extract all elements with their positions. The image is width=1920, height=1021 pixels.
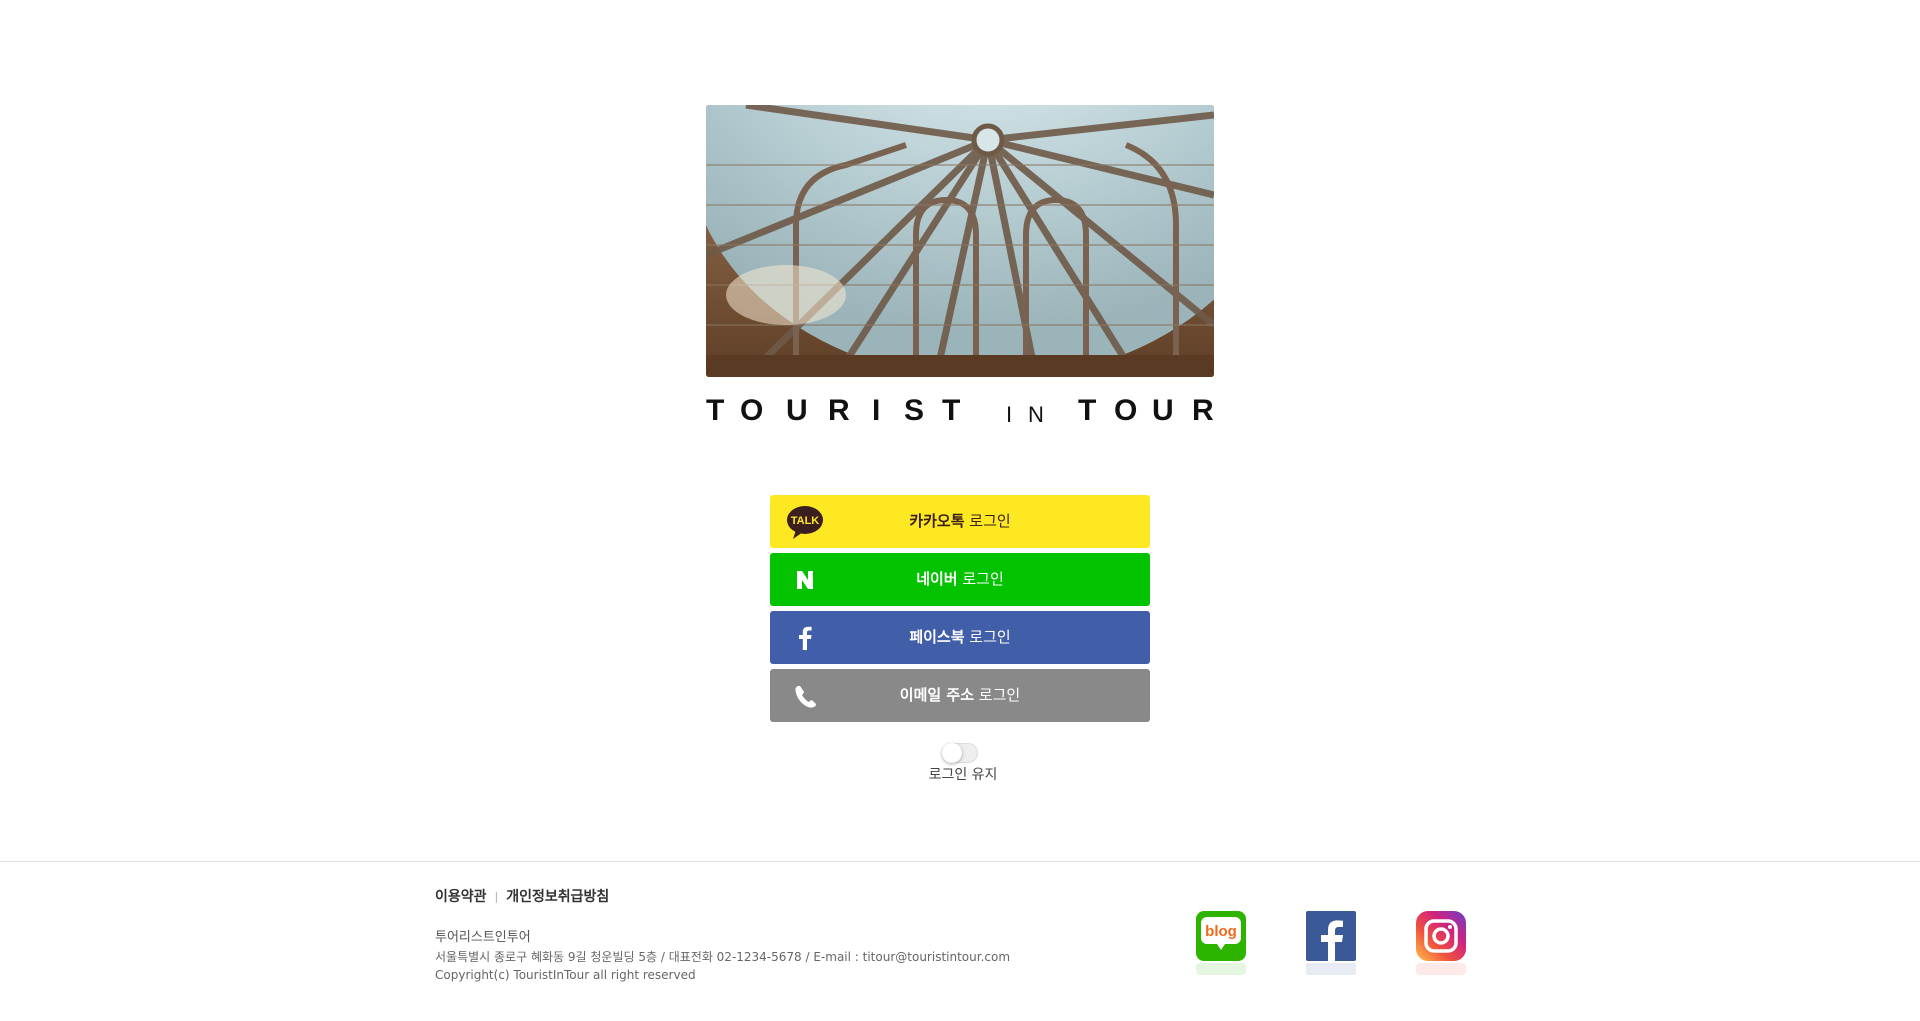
naver-login-label-bold: 네이버 [916, 570, 958, 588]
facebook-login-label-bold: 페이스북 [909, 628, 965, 646]
email-login-label: 로그인 [974, 686, 1021, 704]
naver-login-button[interactable]: 네이버 로그인 [770, 553, 1150, 606]
link-separator: | [494, 890, 499, 903]
brand-letter: R [1192, 394, 1214, 427]
hero-dome-image [706, 105, 1214, 377]
brand-letter: S [904, 394, 925, 427]
instagram-icon[interactable] [1415, 910, 1467, 976]
brand-letter: U [1152, 394, 1174, 427]
brand-letter: I [872, 394, 881, 427]
kakao-login-label: 로그인 [964, 512, 1011, 530]
keep-login-toggle[interactable] [942, 743, 978, 763]
brand-letter: U [786, 394, 808, 427]
facebook-login-label: 로그인 [964, 628, 1011, 646]
privacy-policy-link[interactable]: 개인정보취급방침 [506, 889, 609, 905]
naver-login-label: 로그인 [957, 570, 1004, 588]
email-login-button[interactable]: 이메일 주소 로그인 [770, 669, 1150, 722]
copyright: Copyright(c) TouristInTour all right res… [435, 968, 696, 982]
brand-letter: T [942, 394, 961, 427]
brand-letter: N [1028, 402, 1044, 427]
brand-letter: O [1114, 394, 1138, 427]
company-address: 서울특별시 종로구 혜화동 9길 청운빌딩 5층 / 대표전화 02-1234-… [435, 950, 1011, 964]
kakao-login-label-bold: 카카오톡 [909, 512, 965, 530]
terms-link[interactable]: 이용약관 [435, 889, 487, 905]
brand-letter: T [706, 394, 725, 427]
footer-divider [0, 861, 1920, 862]
brand-letter: T [1078, 394, 1097, 427]
brand-wordmark: T O U R I S T I N T O U R [706, 392, 1214, 432]
brand-letter: R [828, 394, 850, 427]
footer-links: 이용약관 | 개인정보취급방침 [435, 886, 609, 906]
brand-letter: I [1006, 402, 1013, 427]
kakao-login-button[interactable]: TALK 카카오톡 로그인 [770, 495, 1150, 548]
brand-letter: O [740, 394, 764, 427]
toggle-knob [942, 743, 962, 763]
facebook-icon[interactable] [1305, 910, 1357, 976]
facebook-login-button[interactable]: 페이스북 로그인 [770, 611, 1150, 664]
blog-icon-text: blog [1205, 923, 1237, 940]
blog-icon[interactable]: blog [1195, 910, 1247, 976]
email-login-label-bold: 이메일 주소 [899, 686, 975, 704]
company-name: 투어리스트인투어 [435, 930, 531, 945]
keep-login-label: 로그인 유지 [928, 767, 998, 783]
